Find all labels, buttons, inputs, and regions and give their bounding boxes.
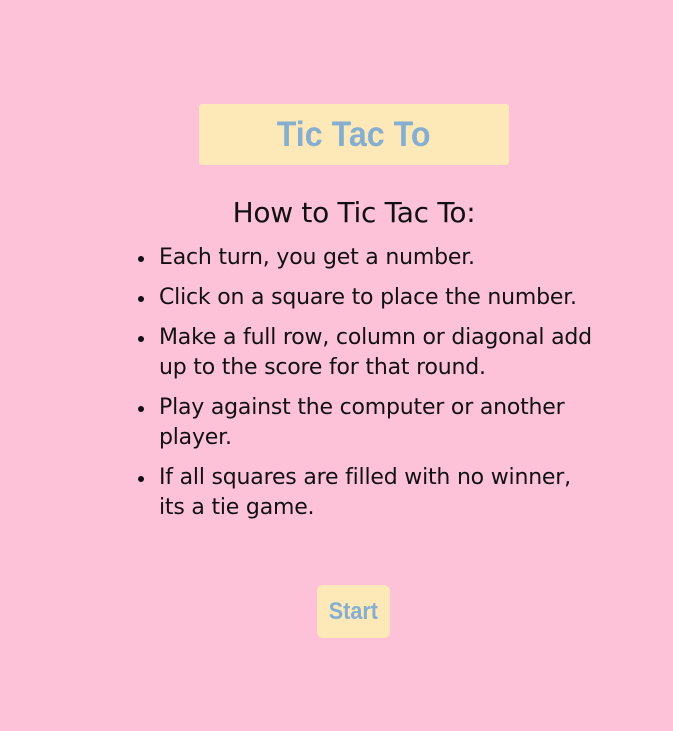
rule-item: Make a full row, column or diagonal add … (138, 323, 599, 383)
rule-item: Play against the computer or another pla… (138, 393, 599, 453)
instructions-heading: How to Tic Tac To: (232, 196, 476, 229)
rule-item: If all squares are filled with no winner… (138, 463, 599, 523)
start-button-label: Start (328, 597, 379, 625)
title-banner: Tic Tac To (199, 104, 509, 165)
start-button[interactable]: Start (317, 585, 390, 638)
rule-item: Each turn, you get a number. (138, 243, 599, 273)
rules-list: Each turn, you get a number. Click on a … (138, 243, 599, 533)
game-title: Tic Tac To (277, 114, 431, 154)
rule-item: Click on a square to place the number. (138, 283, 599, 313)
